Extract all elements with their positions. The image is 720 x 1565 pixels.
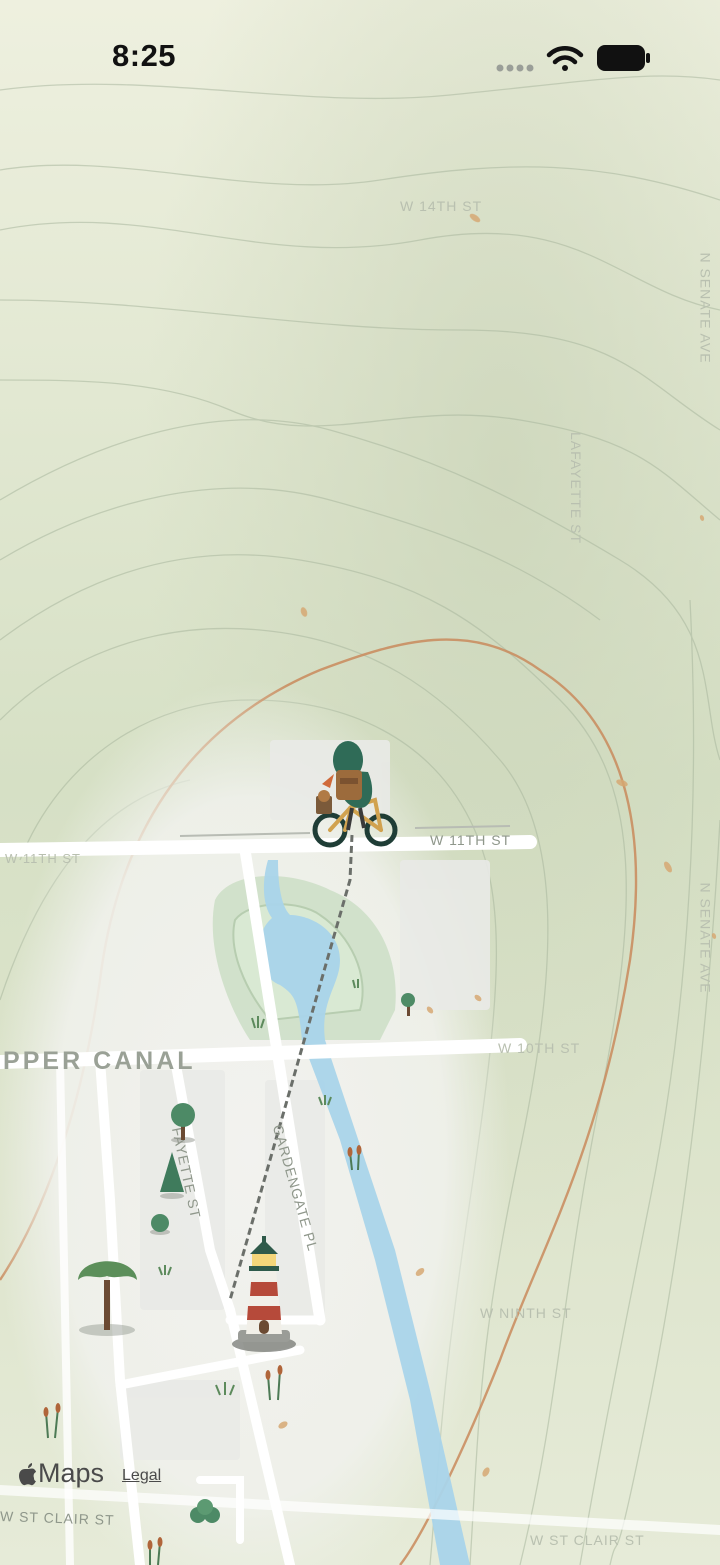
status-bar: 8:25 bbox=[0, 0, 720, 110]
signal-dots-icon bbox=[496, 64, 534, 72]
maps-brand-text: Maps bbox=[38, 1458, 105, 1488]
apple-logo-icon bbox=[19, 1462, 36, 1485]
map-view[interactable]: W 14TH ST W 11TH ST W 11TH ST W 10TH ST … bbox=[0, 0, 720, 1565]
legal-link[interactable]: Legal bbox=[122, 1467, 161, 1489]
maps-brand-logo[interactable]: Maps bbox=[18, 1458, 104, 1489]
battery-icon bbox=[597, 45, 650, 71]
map-attribution: Maps Legal bbox=[18, 1458, 161, 1489]
wifi-icon bbox=[546, 46, 584, 71]
cyclist-avatar-icon[interactable] bbox=[0, 0, 720, 1565]
